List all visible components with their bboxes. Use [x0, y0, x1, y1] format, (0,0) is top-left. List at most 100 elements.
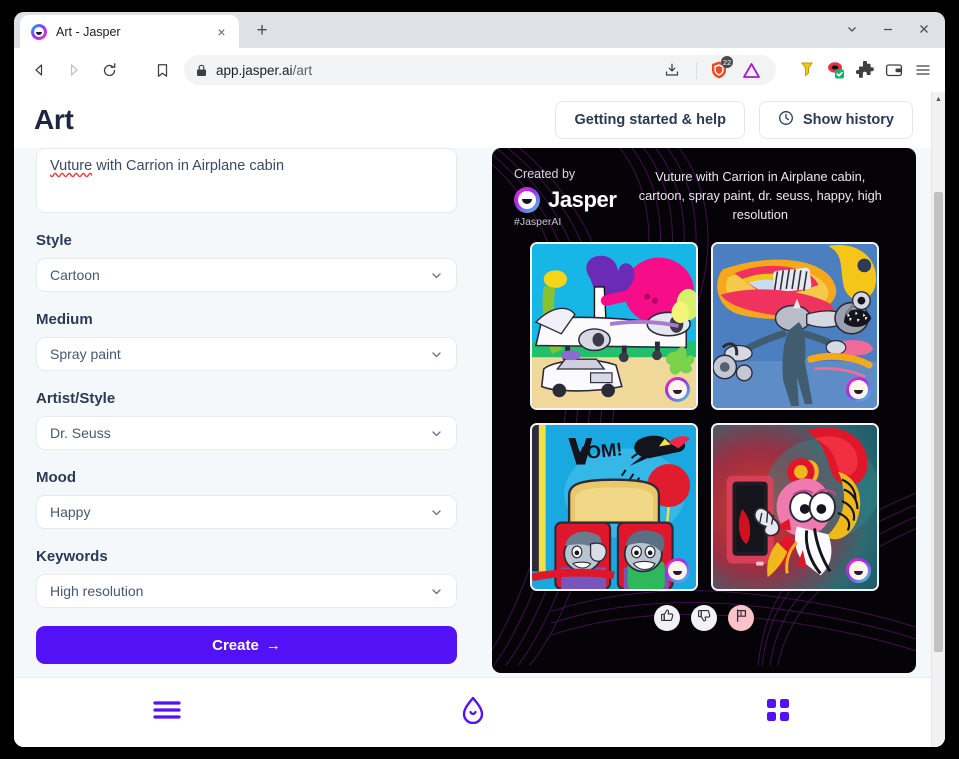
- select-style[interactable]: Cartoon: [36, 258, 457, 292]
- jasper-watermark-icon: [845, 377, 871, 402]
- getting-started-label: Getting started & help: [574, 112, 726, 128]
- thumbs-down-icon: [697, 608, 712, 628]
- url-path: /art: [292, 62, 313, 78]
- chevron-down-icon[interactable]: [835, 14, 869, 44]
- select-artist-style-value: Dr. Seuss: [50, 425, 111, 441]
- scrollbar-thumb[interactable]: [934, 192, 943, 652]
- omnibox-actions: 22: [651, 56, 764, 83]
- jasper-logo-icon: [31, 23, 47, 40]
- close-icon[interactable]: [907, 14, 941, 44]
- prompt-rest: with Carrion in Airplane cabin: [92, 158, 285, 174]
- jasper-watermark-icon: [664, 558, 690, 583]
- field-artist-style: Artist/Style Dr. Seuss: [36, 390, 457, 450]
- bookmark-icon[interactable]: [147, 55, 177, 85]
- art-result-card: Created by Jasper #JasperAI Vuture with …: [492, 148, 916, 673]
- created-by-label: Created by: [514, 167, 576, 181]
- field-mood: Mood Happy: [36, 469, 457, 529]
- chevron-down-icon: [430, 427, 443, 440]
- page-header: Art Getting started & help Show history: [14, 92, 931, 148]
- nav-menu-button[interactable]: [14, 699, 320, 726]
- prompt-textarea[interactable]: Vuture with Carrion in Airplane cabin: [36, 148, 457, 213]
- jasper-logo-icon: [514, 187, 540, 213]
- browser-toolbar: app.jasper.ai/art 22: [14, 48, 945, 92]
- brave-badge-count: 22: [721, 56, 733, 68]
- home-icon: [460, 696, 486, 729]
- jasper-wordmark: Jasper: [548, 187, 617, 212]
- show-history-label: Show history: [802, 112, 894, 128]
- tab-title: Art - Jasper: [56, 24, 121, 39]
- browser-tab[interactable]: Art - Jasper ×: [20, 15, 239, 48]
- select-medium[interactable]: Spray paint: [36, 337, 457, 371]
- field-keywords: Keywords High resolution: [36, 548, 457, 608]
- nav-home-button[interactable]: [320, 696, 626, 729]
- wallet-icon[interactable]: [881, 57, 907, 83]
- select-style-value: Cartoon: [50, 267, 100, 283]
- thumbs-up-icon: [660, 608, 675, 628]
- share-download-icon[interactable]: [659, 57, 685, 83]
- jasper-watermark-icon: [845, 558, 871, 583]
- field-style: Style Cartoon: [36, 232, 457, 292]
- art-thumbnail-4[interactable]: [710, 423, 879, 591]
- art-result-panel: Created by Jasper #JasperAI Vuture with …: [479, 148, 931, 677]
- select-keywords-value: High resolution: [50, 583, 144, 599]
- new-tab-button[interactable]: +: [248, 17, 276, 45]
- page-scrollbar[interactable]: ▲: [931, 92, 945, 747]
- jasper-brand-row: Jasper: [514, 187, 617, 213]
- brave-shield-icon[interactable]: 22: [708, 56, 733, 81]
- field-label-artist-style: Artist/Style: [36, 390, 116, 407]
- feedback-buttons: [514, 605, 894, 631]
- window-controls: [835, 14, 941, 44]
- warning-triangle-icon[interactable]: [738, 57, 764, 83]
- arrow-right-icon: →: [265, 636, 281, 654]
- reload-icon[interactable]: [94, 55, 124, 85]
- art-thumbnail-3[interactable]: YOM!: [529, 423, 698, 591]
- jasper-brand-block: Created by Jasper #JasperAI: [514, 164, 617, 228]
- hamburger-menu-icon: [152, 699, 182, 726]
- close-icon[interactable]: ×: [213, 23, 230, 40]
- jasper-hashtag: #JasperAI: [514, 216, 562, 228]
- flag-button[interactable]: [728, 605, 754, 631]
- getting-started-button[interactable]: Getting started & help: [555, 101, 745, 139]
- art-card-header: Created by Jasper #JasperAI Vuture with …: [514, 164, 894, 228]
- thumbs-down-button[interactable]: [691, 605, 717, 631]
- nav-apps-button[interactable]: [625, 697, 931, 728]
- tab-strip: Art - Jasper × +: [14, 12, 945, 48]
- extension-icons: [782, 57, 936, 83]
- puzzle-extension-icon[interactable]: [852, 57, 878, 83]
- art-thumbnail-1[interactable]: [529, 242, 698, 410]
- jasper-watermark-icon: [664, 377, 690, 402]
- select-medium-value: Spray paint: [50, 346, 121, 362]
- grid-apps-icon: [765, 697, 791, 728]
- show-history-button[interactable]: Show history: [758, 101, 913, 139]
- select-artist-style[interactable]: Dr. Seuss: [36, 416, 457, 450]
- field-label-medium: Medium: [36, 311, 93, 328]
- chevron-down-icon: [430, 348, 443, 361]
- chevron-down-icon: [430, 269, 443, 282]
- address-bar[interactable]: app.jasper.ai/art 22: [184, 55, 776, 85]
- field-medium: Medium Spray paint: [36, 311, 457, 371]
- highlighter-icon[interactable]: [794, 57, 820, 83]
- art-thumbnail-2[interactable]: [710, 242, 879, 410]
- art-thumbnail-grid: YOM!: [514, 242, 894, 591]
- field-label-mood: Mood: [36, 469, 76, 486]
- back-arrow-icon[interactable]: [24, 55, 54, 85]
- page-title: Art: [34, 104, 74, 135]
- select-keywords[interactable]: High resolution: [36, 574, 457, 608]
- grammarly-icon[interactable]: [823, 57, 849, 83]
- create-button[interactable]: Create →: [36, 626, 457, 664]
- art-form-panel: Vuture with Carrion in Airplane cabin St…: [14, 148, 479, 677]
- menu-icon[interactable]: [910, 57, 936, 83]
- field-label-style: Style: [36, 232, 72, 249]
- minimize-icon[interactable]: [871, 14, 905, 44]
- thumbs-up-button[interactable]: [654, 605, 680, 631]
- scrollbar-up-arrow[interactable]: ▲: [932, 92, 945, 106]
- clock-icon: [778, 110, 794, 130]
- main-content: Vuture with Carrion in Airplane cabin St…: [14, 148, 931, 677]
- prompt-misspelled-word: Vuture: [50, 158, 93, 174]
- flag-icon: [734, 608, 749, 628]
- select-mood[interactable]: Happy: [36, 495, 457, 529]
- lock-icon: [196, 64, 207, 77]
- toolbar-divider: [696, 61, 697, 79]
- bottom-navigation: [14, 677, 931, 747]
- page-viewport: Art Getting started & help Show history: [14, 92, 945, 747]
